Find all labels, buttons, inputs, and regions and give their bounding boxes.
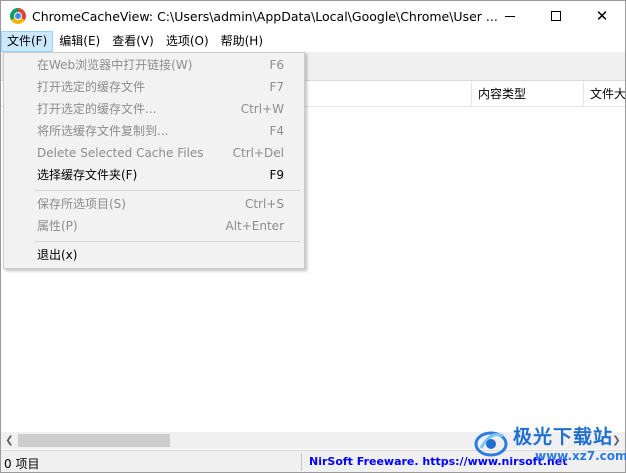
watermark-brand: 极光下载站 — [513, 426, 614, 448]
menu-item-label: Delete Selected Cache Files — [37, 146, 204, 160]
menu-item-open-cache-file-with[interactable]: 打开选定的缓存文件... Ctrl+W — [4, 98, 304, 120]
menu-item-open-cache-file[interactable]: 打开选定的缓存文件 F7 — [4, 76, 304, 98]
menu-file[interactable]: 文件(F) — [1, 31, 54, 52]
window-title: ChromeCacheView: C:\Users\admin\AppData\… — [32, 9, 498, 24]
minimize-button[interactable] — [487, 1, 533, 31]
menu-item-label: 打开选定的缓存文件... — [37, 102, 157, 116]
file-menu-dropdown: 在Web浏览器中打开链接(W) F6 打开选定的缓存文件 F7 打开选定的缓存文… — [3, 52, 305, 269]
status-item-count: 0 项目 — [4, 457, 40, 471]
menu-item-properties[interactable]: 属性(P) Alt+Enter — [4, 215, 304, 237]
close-icon: ✕ — [595, 7, 609, 25]
menu-item-shortcut: F7 — [269, 80, 284, 94]
scroll-left-icon[interactable]: ❮ — [1, 432, 18, 449]
watermark-url: www.xz7.com — [535, 449, 626, 463]
menu-item-delete-cache-files[interactable]: Delete Selected Cache Files Ctrl+Del — [4, 142, 304, 164]
menu-view[interactable]: 查看(V) — [106, 31, 160, 52]
menu-item-shortcut: F6 — [269, 58, 284, 72]
menu-item-label: 属性(P) — [37, 219, 78, 233]
menu-item-exit[interactable]: 退出(x) — [4, 244, 304, 266]
menu-item-shortcut: F9 — [269, 168, 284, 182]
menu-separator — [34, 190, 300, 191]
watermark: 极光下载站 www.xz7.com — [471, 418, 626, 470]
column-header-content-type[interactable]: 内容类型 — [471, 81, 583, 107]
maximize-button[interactable] — [533, 1, 579, 31]
menu-item-shortcut: Ctrl+W — [240, 102, 284, 116]
menu-item-shortcut: Ctrl+Del — [232, 146, 284, 160]
menu-separator — [34, 241, 300, 242]
column-header-file-size[interactable]: 文件大 — [583, 81, 625, 107]
menu-item-label: 选择缓存文件夹(F) — [37, 168, 138, 182]
title-bar[interactable]: ChromeCacheView: C:\Users\admin\AppData\… — [1, 1, 625, 31]
app-window: ChromeCacheView: C:\Users\admin\AppData\… — [0, 0, 626, 473]
menu-item-shortcut: Ctrl+S — [244, 197, 284, 211]
menu-item-label: 打开选定的缓存文件 — [37, 80, 146, 94]
menu-help[interactable]: 帮助(H) — [215, 31, 269, 52]
menu-edit[interactable]: 编辑(E) — [53, 31, 106, 52]
menu-options[interactable]: 选项(O) — [160, 31, 215, 52]
menu-item-label: 将所选缓存文件复制到... — [37, 124, 169, 138]
menu-item-open-link-in-browser[interactable]: 在Web浏览器中打开链接(W) F6 — [4, 54, 304, 76]
menu-item-label: 在Web浏览器中打开链接(W) — [37, 58, 193, 72]
menu-item-select-cache-folder[interactable]: 选择缓存文件夹(F) F9 — [4, 164, 304, 186]
scrollbar-thumb[interactable] — [18, 434, 170, 447]
menu-item-save-selected[interactable]: 保存所选项目(S) Ctrl+S — [4, 193, 304, 215]
chrome-app-icon — [10, 8, 26, 24]
maximize-icon — [551, 11, 561, 21]
menu-item-label: 退出(x) — [37, 248, 78, 262]
menu-item-label: 保存所选项目(S) — [37, 197, 126, 211]
close-button[interactable]: ✕ — [579, 1, 625, 31]
menu-item-shortcut: F4 — [269, 124, 284, 138]
menu-item-copy-cache-files-to[interactable]: 将所选缓存文件复制到... F4 — [4, 120, 304, 142]
status-divider — [301, 453, 302, 471]
minimize-icon — [505, 15, 515, 17]
watermark-logo-icon — [474, 431, 508, 457]
menu-item-shortcut: Alt+Enter — [225, 219, 284, 233]
menu-bar: 文件(F) 编辑(E) 查看(V) 选项(O) 帮助(H) — [1, 31, 625, 52]
